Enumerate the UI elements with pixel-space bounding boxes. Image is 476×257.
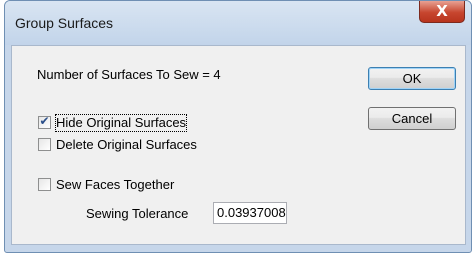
hide-original-surfaces-label: Hide Original Surfaces (54, 114, 188, 132)
close-button[interactable]: X (419, 1, 465, 23)
dialog-title: Group Surfaces (15, 15, 114, 31)
ok-button[interactable]: OK (368, 67, 456, 90)
surface-count-label: Number of Surfaces To Sew = 4 (37, 67, 221, 82)
title-bar[interactable]: Group Surfaces X (5, 1, 471, 45)
dialog-body: Number of Surfaces To Sew = 4 OK Cancel … (11, 45, 466, 245)
delete-original-surfaces-option[interactable]: Delete Original Surfaces (38, 137, 228, 153)
hide-original-surfaces-option[interactable]: ✔ Hide Original Surfaces (38, 114, 218, 132)
group-surfaces-dialog: Group Surfaces X Number of Surfaces To S… (4, 0, 472, 253)
sewing-tolerance-label: Sewing Tolerance (86, 206, 189, 221)
cancel-button[interactable]: Cancel (368, 107, 456, 130)
checkmark-icon: ✔ (39, 114, 50, 128)
sewing-tolerance-input[interactable]: 0.03937008 (213, 202, 287, 224)
sew-faces-together-option[interactable]: Sew Faces Together (38, 177, 208, 193)
sew-faces-together-checkbox[interactable] (38, 178, 51, 191)
hide-original-surfaces-checkbox[interactable]: ✔ (38, 114, 51, 129)
delete-original-surfaces-checkbox[interactable] (38, 138, 51, 151)
sew-faces-together-label: Sew Faces Together (56, 177, 175, 192)
close-icon: X (436, 2, 448, 20)
delete-original-surfaces-label: Delete Original Surfaces (56, 137, 197, 152)
